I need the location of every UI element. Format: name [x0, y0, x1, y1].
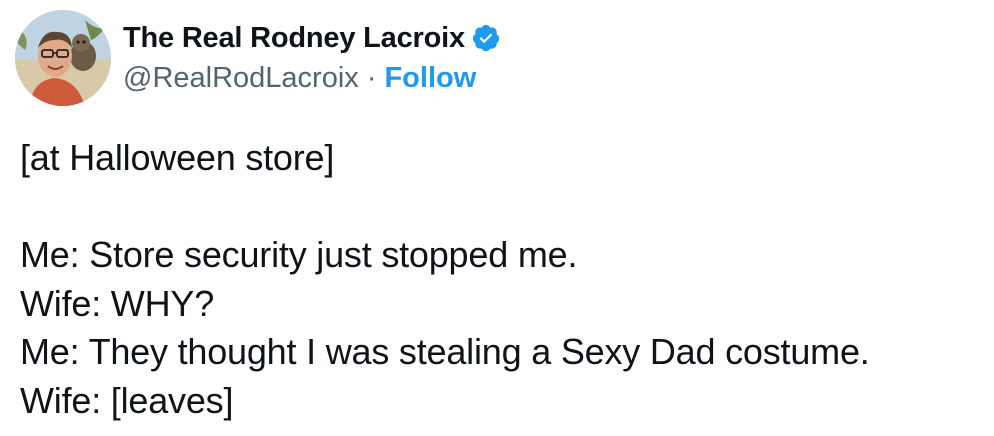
tweet-card: The Real Rodney Lacroix @RealRodLacroix …: [0, 0, 994, 436]
follow-button[interactable]: Follow: [384, 62, 476, 95]
tweet-line: Wife: WHY?: [20, 282, 215, 324]
tweet-line: Me: Store security just stopped me.: [20, 234, 578, 275]
avatar-photo: [15, 10, 111, 106]
tweet-text: [at Halloween store] Me: Store security …: [20, 134, 980, 425]
tweet-header: The Real Rodney Lacroix @RealRodLacroix …: [15, 8, 501, 108]
tweet-line: [at Halloween store]: [20, 137, 335, 178]
handle-row: @RealRodLacroix · Follow: [123, 58, 501, 98]
author-handle[interactable]: @RealRodLacroix: [123, 62, 359, 95]
separator-dot: ·: [366, 61, 377, 94]
author-display-name[interactable]: The Real Rodney Lacroix: [123, 22, 465, 55]
author-identity: The Real Rodney Lacroix @RealRodLacroix …: [123, 10, 501, 106]
tweet-line: Me: They thought I was stealing a Sexy D…: [20, 331, 870, 372]
avatar[interactable]: [15, 10, 111, 106]
verified-badge-icon: [471, 23, 501, 53]
name-row: The Real Rodney Lacroix: [123, 18, 501, 58]
tweet-line: Wife: [leaves]: [20, 379, 234, 421]
